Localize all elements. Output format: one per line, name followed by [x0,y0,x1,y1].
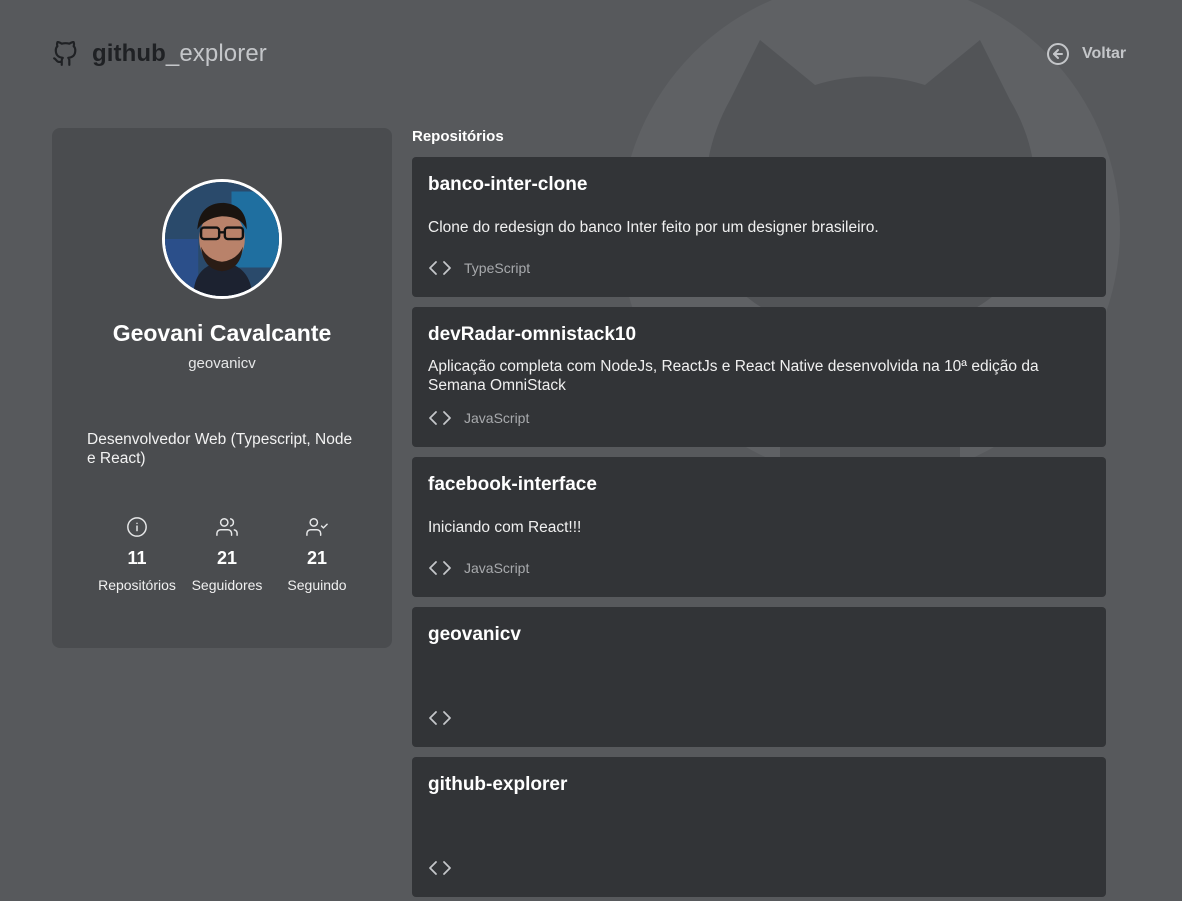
repositories-heading: Repositórios [412,128,504,145]
stat-count: 11 [127,548,147,568]
back-button-label: Voltar [1082,45,1127,62]
repository-card[interactable]: facebook-interface Iniciando com React!!… [412,457,1106,597]
stat-count: 21 [306,548,328,568]
stat-count: 21 [216,548,238,568]
repository-list: banco-inter-clone Clone do redesign do b… [412,157,1106,901]
repository-name: github-explorer [428,774,568,795]
repository-name: facebook-interface [428,474,597,495]
repository-card[interactable]: banco-inter-clone Clone do redesign do b… [412,157,1106,297]
profile-name: Geovani Cavalcante [112,320,332,346]
profile-login: geovanicv [188,355,256,372]
repository-description: Aplicação completa com NodeJs, ReactJs e… [428,358,1039,394]
users-icon [216,516,238,538]
back-button[interactable]: Voltar [1046,42,1126,66]
repository-name: geovanicv [428,624,521,645]
repository-description: Iniciando com React!!! [428,519,582,536]
code-icon [428,860,452,876]
profile-bio: Desenvolvedor Web (Typescript, Node e Re… [87,431,353,467]
header: github_explorer Voltar [0,0,1182,110]
profile-stats: 11 Repositórios 21 Seguidores 21 Seguind… [92,516,362,593]
repository-card[interactable]: geovanicv [412,607,1106,747]
code-icon [428,560,452,576]
stat-label: Seguindo [287,577,347,593]
avatar [162,179,282,299]
repository-card[interactable]: devRadar-omnistack10 Aplicação completa … [412,307,1106,447]
repository-language-label: JavaScript [464,410,530,426]
stat-label: Repositórios [98,577,176,593]
repository-card[interactable]: github-explorer [412,757,1106,897]
stat-repositories[interactable]: 11 Repositórios [92,516,182,593]
repository-language [428,710,464,726]
repository-language-label: JavaScript [464,560,530,576]
repository-language: JavaScript [428,560,529,576]
repository-language: TypeScript [428,260,530,276]
page: github_explorer Voltar Geovani Cavalcant… [0,0,1182,901]
repository-language [428,860,464,876]
repository-language-label: TypeScript [464,260,531,276]
info-icon [126,516,148,538]
app-title-suffix: _explorer [165,40,267,67]
code-icon [428,260,452,276]
stat-following[interactable]: 21 Seguindo [272,516,362,593]
app-title: github_explorer [92,40,267,68]
arrow-left-circle-icon [1046,42,1070,66]
user-check-icon [306,516,328,538]
github-icon [52,41,78,67]
repository-language: JavaScript [428,410,529,426]
repository-name: banco-inter-clone [428,174,588,195]
app-title-prefix: github [92,40,166,67]
profile-card: Geovani Cavalcante geovanicv Desenvolved… [52,128,392,648]
repository-name: devRadar-omnistack10 [428,324,637,345]
code-icon [428,410,452,426]
app-logo[interactable]: github_explorer [52,40,267,68]
repository-description: Clone do redesign do banco Inter feito p… [428,219,879,236]
code-icon [428,710,452,726]
stat-label: Seguidores [191,577,263,593]
stat-followers[interactable]: 21 Seguidores [182,516,272,593]
